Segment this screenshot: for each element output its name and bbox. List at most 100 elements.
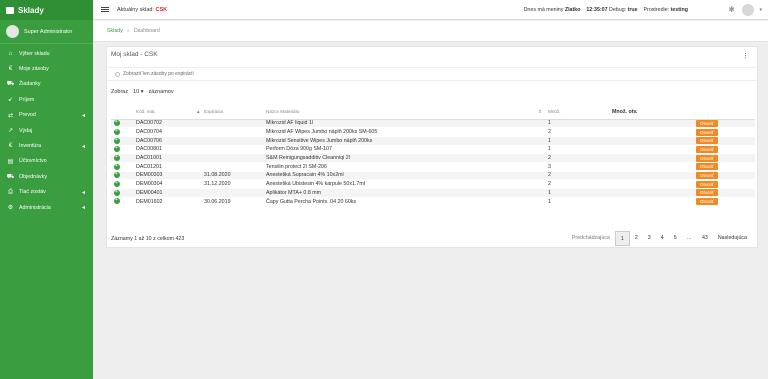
sidebar-item-label: Moje zásoby [19, 66, 49, 73]
cell-spacer [535, 179, 545, 189]
col-code[interactable]: Kód. mat. [133, 105, 193, 120]
pager-page[interactable]: 5 [669, 231, 682, 246]
col-qty-open[interactable]: Množ. otv. [609, 105, 693, 120]
sidebar-item-label: Výber skladu [19, 50, 50, 57]
row-expand[interactable] [111, 171, 133, 181]
expand-plus-icon[interactable] [114, 180, 120, 187]
cell-expiry [201, 162, 263, 172]
pager-page[interactable]: 3 [643, 231, 656, 246]
sidebar-item-9[interactable]: ⎙ Tlač zostáv ◂ [0, 185, 93, 200]
sidebar-item-4[interactable]: ⇄ Prevod ◂ [0, 108, 93, 123]
open-button[interactable]: Otvoriť [696, 145, 718, 153]
expand-plus-icon[interactable] [114, 197, 120, 205]
avatar[interactable] [742, 3, 754, 16]
cell-spacer [193, 188, 201, 198]
cell-spacer [535, 171, 545, 181]
cell-code: DEM01602 [133, 197, 193, 207]
pager-page[interactable]: 43 [697, 231, 713, 246]
table-row[interactable]: DEM00401 Aplikátor MTA+ 0.8 mm 1 Otvoriť [111, 188, 755, 198]
sidebar-item-7[interactable]: ▤ Účtovníctvo [0, 154, 93, 169]
chevron-left-icon: ◂ [81, 189, 85, 196]
row-expand[interactable] [111, 197, 133, 207]
col-expiry[interactable]: Expirácia [201, 105, 263, 120]
length-select[interactable]: 10 ▾ [131, 89, 145, 95]
row-expand[interactable] [111, 127, 133, 137]
pager-page[interactable]: 4 [656, 231, 669, 246]
cell-action: Otvoriť [693, 171, 755, 181]
row-expand[interactable] [111, 136, 133, 146]
chevron-down-icon[interactable]: ▾ [759, 7, 762, 13]
table-row[interactable]: DAC00702 Mikrozid AF liquid 1l 1 Otvoriť [111, 119, 755, 129]
expand-plus-icon[interactable] [114, 154, 120, 161]
table-row[interactable]: DAC00704 Mikrozid AF Wipes Jumbo náplň 20… [111, 127, 755, 137]
open-button[interactable]: Otvoriť [696, 154, 718, 162]
puzzle-icon[interactable]: ✱ [728, 5, 735, 14]
table-row[interactable]: DAC00801 Perform Dóza 900g SM-107 1 Otvoriť [111, 145, 755, 155]
cell-qty: 1 [545, 145, 609, 155]
sidebar-item-0[interactable]: ⌂ Výber skladu [0, 46, 93, 61]
table-row[interactable]: DAC00706 Mikrozid Sensitive Wipes Jumbo n… [111, 136, 755, 146]
expand-plus-icon[interactable] [114, 119, 120, 127]
radio-icon[interactable] [115, 71, 120, 77]
row-expand[interactable] [111, 119, 133, 129]
breadcrumb-separator: » [126, 28, 130, 34]
open-button[interactable]: Otvoriť [696, 137, 718, 145]
pager-prev[interactable]: Predchádzajúca [567, 231, 615, 246]
expand-plus-icon[interactable] [114, 189, 120, 196]
open-button[interactable]: Otvoriť [696, 119, 718, 127]
pager-page[interactable]: 2 [630, 231, 643, 246]
cell-code: DAC00801 [133, 145, 193, 155]
cell-qty-open [609, 171, 693, 181]
open-button[interactable]: Otvoriť [696, 189, 718, 197]
open-button[interactable]: Otvoriť [696, 180, 718, 188]
sort-asc-icon[interactable]: ▲ [193, 105, 201, 120]
expand-plus-icon[interactable] [114, 145, 120, 153]
expiry-filter-toggle[interactable]: Zobraziť len zásoby po expirácií [107, 67, 757, 81]
expand-plus-icon[interactable] [114, 137, 120, 144]
table-row[interactable]: DAC01001 S&M Reinigungsadditiv Cleanniqi … [111, 153, 755, 163]
cell-qty-open [609, 188, 693, 198]
row-expand[interactable] [111, 145, 133, 155]
col-expiry-label: Expirácia [204, 109, 223, 115]
table-row[interactable]: DEM00303 31.08.2020Anestetiká Supracain 4… [111, 171, 755, 181]
pager-page[interactable]: 1 [614, 231, 630, 246]
table-row[interactable]: DEM00304 31.12.2020Anestetiká Ubistesin 4… [111, 179, 755, 189]
row-expand[interactable] [111, 162, 133, 172]
pager-next[interactable]: Nasledujúca [713, 231, 752, 246]
expand-plus-icon[interactable] [114, 128, 120, 135]
row-expand[interactable] [111, 179, 133, 189]
user-panel[interactable]: Super Administrator [0, 20, 93, 44]
nameday-label: Dnes má meniny [523, 6, 564, 13]
length-value: 10 [133, 89, 140, 95]
expand-plus-icon[interactable] [114, 171, 120, 179]
user-name: Super Administrator [24, 28, 73, 35]
kebab-menu-icon[interactable]: ⋮ [742, 52, 749, 60]
brand[interactable]: Sklady [0, 0, 93, 20]
sidebar-item-5[interactable]: ↗ Výdaj [0, 123, 93, 138]
row-expand[interactable] [111, 153, 133, 163]
cell-qty-open [609, 179, 693, 189]
sidebar-item-8[interactable]: ⛟ Objednávky [0, 169, 93, 184]
sort-both-icon[interactable]: ⇕ [535, 105, 545, 120]
row-expand[interactable] [111, 188, 133, 198]
expand-plus-icon[interactable] [114, 163, 120, 170]
sidebar-item-1[interactable]: € Moje zásoby [0, 61, 93, 76]
open-button[interactable]: Otvoriť [696, 128, 718, 136]
stock-card: Moj sklad - CSK ⋮ Zobraziť len zásoby po… [106, 46, 758, 248]
open-button[interactable]: Otvoriť [696, 171, 718, 179]
col-name[interactable]: Názov Materiálu [263, 105, 535, 120]
table-row[interactable]: DEM01602 30.06.2019Čapy Gutta Percha Poin… [111, 197, 755, 207]
breadcrumb-link-sklady[interactable]: Sklady [107, 28, 123, 34]
cell-qty: 3 [545, 162, 609, 172]
menu-toggle-icon[interactable] [101, 7, 109, 12]
sidebar-item-10[interactable]: ⚙ Administrácia ◂ [0, 200, 93, 215]
sidebar-item-2[interactable]: ⛟ Žiadanky [0, 77, 93, 92]
table-row[interactable]: DAC01201 Tensilin protect 2l SM-206 3 Otvor… [111, 162, 755, 172]
open-button[interactable]: Otvoriť [696, 163, 718, 171]
sidebar-item-3[interactable]: ↙ Príjem [0, 92, 93, 107]
sidebar-item-6[interactable]: € Inventúra ◂ [0, 138, 93, 153]
brand-title: Sklady [18, 5, 44, 15]
col-qty[interactable]: Množ. [545, 105, 609, 120]
cell-qty-open [609, 119, 693, 129]
open-button[interactable]: Otvoriť [696, 198, 718, 206]
